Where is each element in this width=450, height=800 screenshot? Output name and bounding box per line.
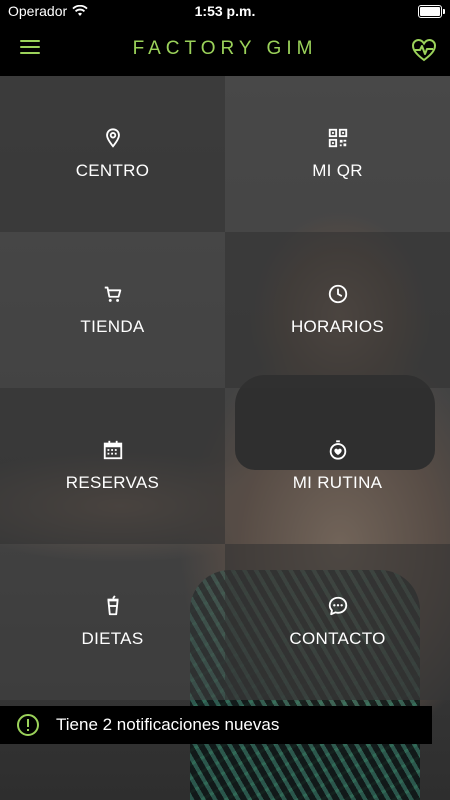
menu-tile-label: TIENDA <box>80 317 145 336</box>
menu-tile-label: CENTRO <box>75 161 150 180</box>
clock-time: 1:53 p.m. <box>194 3 256 19</box>
heart-pulse-icon[interactable] <box>410 36 438 64</box>
menu-tile-label: HORARIOS <box>290 317 385 336</box>
menu-tile-reservas[interactable]: RESERVAS <box>0 388 225 544</box>
menu-tile-horarios[interactable]: HORARIOS <box>225 232 450 388</box>
menu-tile-label: MI QR <box>312 161 363 180</box>
menu-tile-contacto[interactable]: CONTACTO <box>225 544 450 700</box>
menu-tile-label: MI RUTINA <box>292 473 383 492</box>
calendar-icon <box>103 440 122 460</box>
shopping-cart-icon <box>104 286 121 302</box>
status-bar: Operador 1:53 p.m. <box>0 0 450 24</box>
app-header: FACTORY GIM <box>0 24 450 76</box>
notification-text: Tiene 2 notificaciones nuevas <box>56 715 280 734</box>
menu-tile-label: CONTACTO <box>289 629 386 648</box>
clock-icon <box>328 284 347 304</box>
menu-tile-tienda[interactable]: TIENDA <box>0 232 225 388</box>
menu-tile-mi-rutina[interactable]: MI RUTINA <box>225 388 450 544</box>
notification-banner[interactable]: Tiene 2 notificaciones nuevas <box>0 706 432 744</box>
stopwatch-heart-icon <box>329 440 346 460</box>
menu-tile-label: RESERVAS <box>65 473 160 492</box>
chat-bubble-icon <box>328 596 347 616</box>
menu-tile-centro[interactable]: CENTRO <box>0 76 225 232</box>
alert-circle-icon <box>17 714 39 736</box>
menu-tile-dietas[interactable]: DIETAS <box>0 544 225 700</box>
menu-tile-label: DIETAS <box>81 629 144 648</box>
app-title: FACTORY GIM <box>132 38 318 59</box>
qr-code-icon <box>328 128 347 148</box>
menu-tile-mi-qr[interactable]: MI QR <box>225 76 450 232</box>
drink-cup-icon <box>107 595 118 616</box>
battery-icon <box>418 5 445 18</box>
location-pin-icon <box>105 128 120 148</box>
